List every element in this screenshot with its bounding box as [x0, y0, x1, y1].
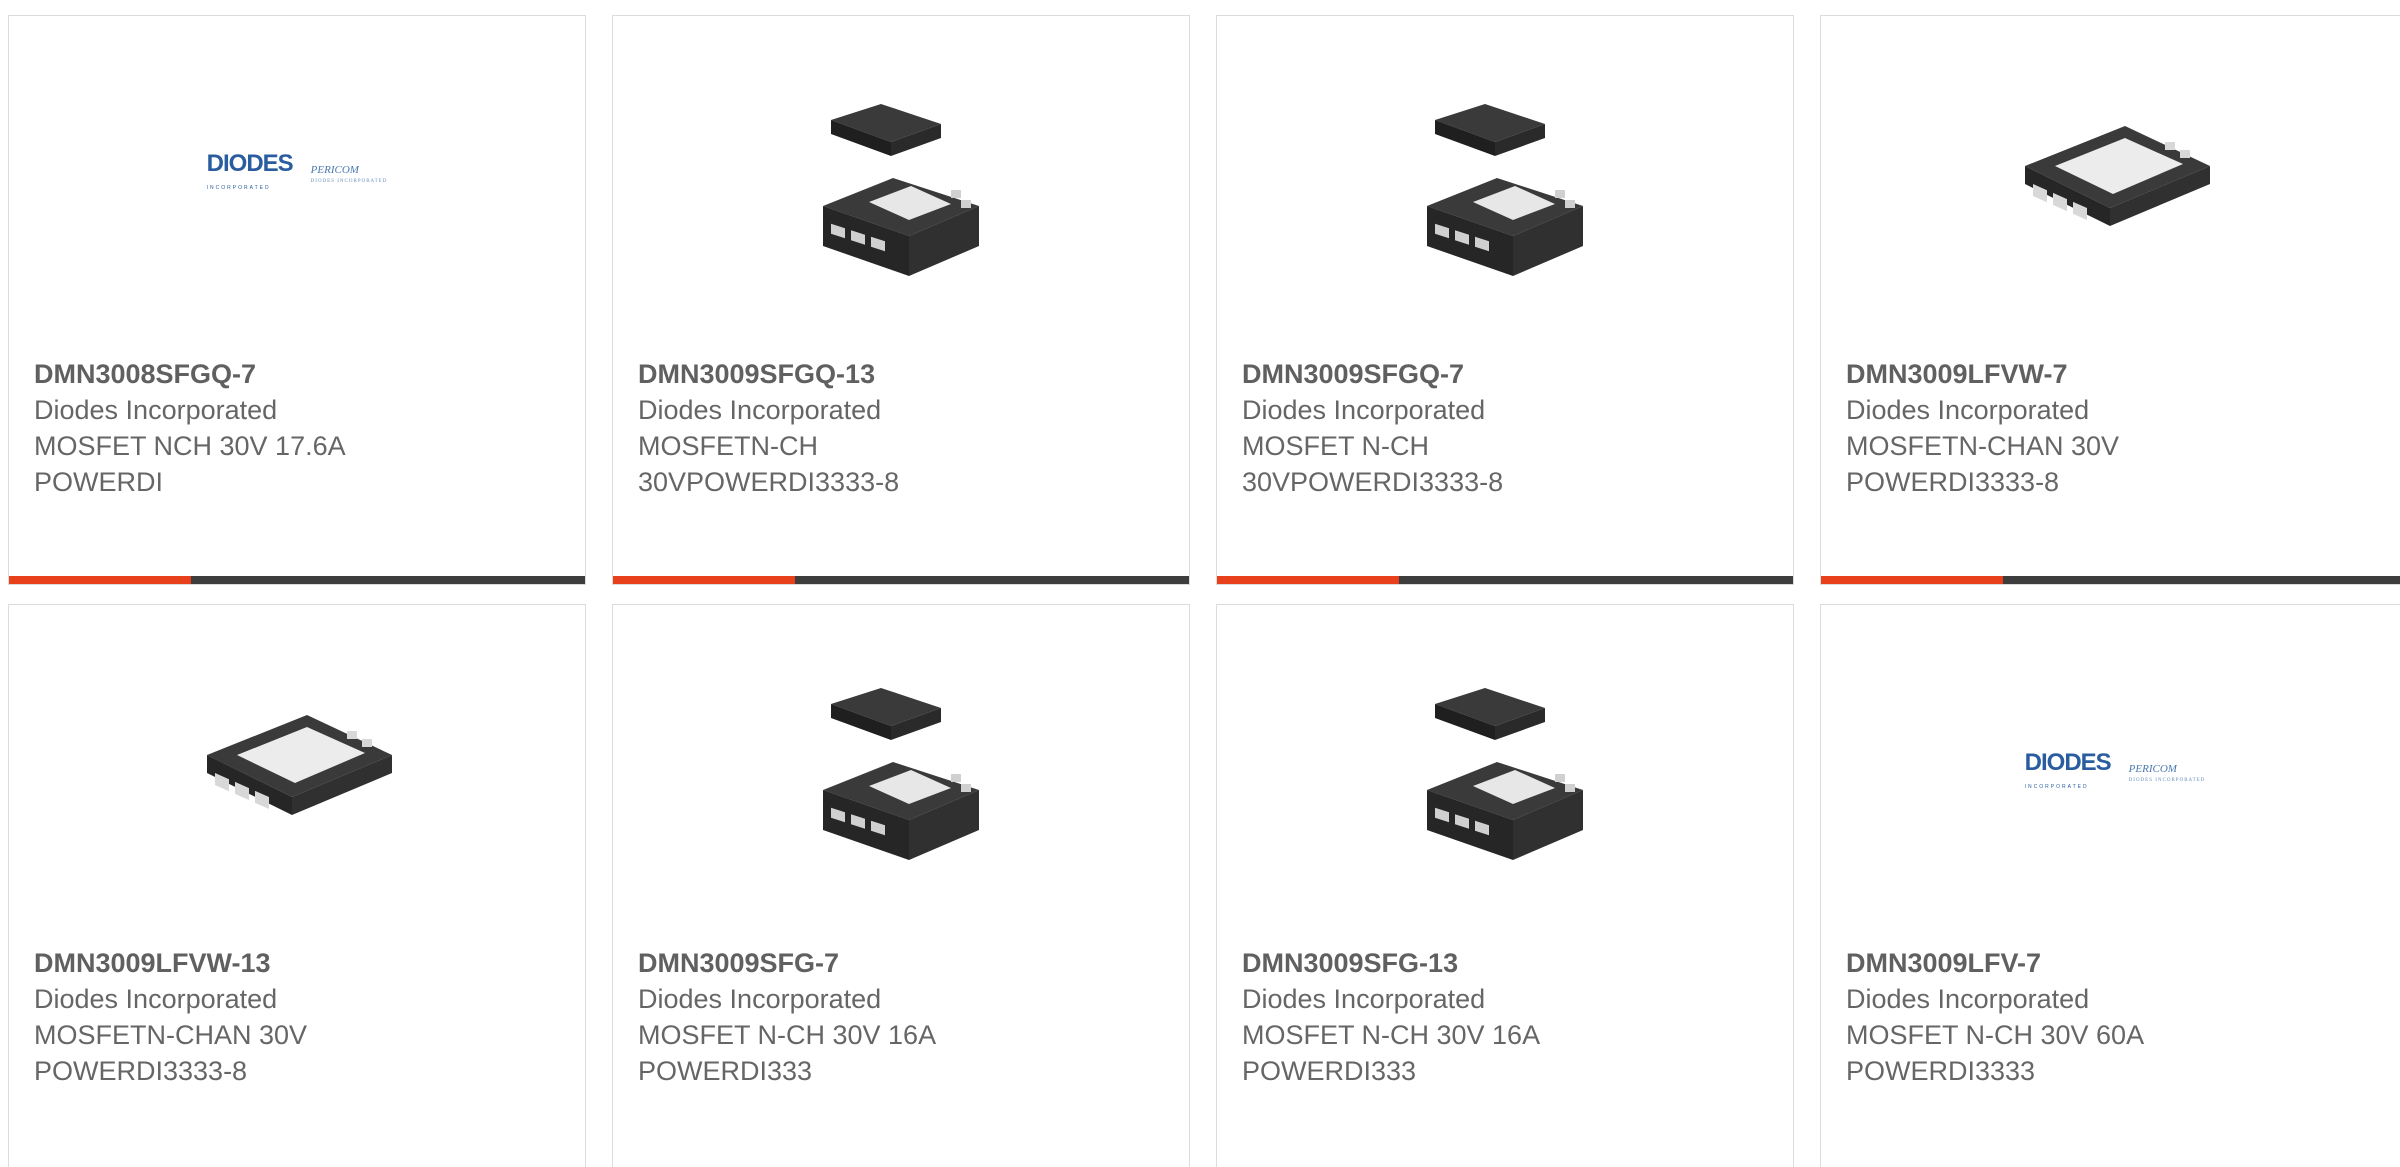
- product-card[interactable]: DIODES INCORPORATED PERICOM DIODES INCORPO…: [1820, 604, 2400, 1167]
- product-card[interactable]: DMN3009SFG-13 Diodes Incorporated MOSFET…: [1216, 604, 1794, 1167]
- description: MOSFETN-CHAN 30V POWERDI3333-8: [34, 1020, 308, 1086]
- manufacturer: Diodes Incorporated: [34, 395, 278, 425]
- description: MOSFET N-CH 30VPOWERDI3333-8: [1242, 431, 1504, 497]
- product-image: [1217, 96, 1793, 296]
- card-accent: [1821, 576, 2003, 584]
- product-grid: DIODES INCORPORATED PERICOM DIODES INCORPO…: [0, 0, 2400, 1167]
- product-info: DMN3009SFGQ-13 Diodes Incorporated MOSFE…: [638, 356, 1169, 500]
- product-image: DIODES INCORPORATED PERICOM DIODES INCORPO…: [9, 76, 585, 276]
- card-accent: [9, 576, 191, 584]
- part-number[interactable]: DMN3009LFV-7: [1846, 945, 2389, 981]
- card-bottom-bar: [9, 576, 585, 584]
- diodes-logo-text: DIODES INCORPORATED: [206, 150, 294, 192]
- manufacturer: Diodes Incorporated: [1846, 984, 2090, 1014]
- chip-package-exploded-icon: [1427, 104, 1583, 276]
- diodes-pericom-logo: DIODES INCORPORATED PERICOM DIODES INCORPO…: [207, 152, 388, 200]
- product-image: [613, 96, 1189, 296]
- product-info: DMN3009SFG-7 Diodes Incorporated MOSFET …: [638, 945, 1169, 1089]
- product-card[interactable]: DMN3009SFG-7 Diodes Incorporated MOSFET …: [612, 604, 1190, 1167]
- diodes-pericom-logo: DIODES INCORPORATED PERICOM DIODES INCORPO…: [2025, 751, 2206, 799]
- product-image: [9, 675, 585, 875]
- part-number[interactable]: DMN3009LFVW-7: [1846, 356, 2389, 392]
- chip-package-flat-icon: [2025, 126, 2210, 226]
- chip-package-exploded-icon: [801, 96, 1001, 296]
- description: MOSFET NCH 30V 17.6A POWERDI: [34, 431, 345, 497]
- product-image: [1217, 680, 1793, 880]
- product-image: DIODES INCORPORATED PERICOM DIODES INCORPO…: [1821, 675, 2400, 875]
- pericom-logo-text: PERICOM DIODES INCORPORATED: [310, 164, 388, 184]
- chip-package-exploded-icon: [1427, 688, 1583, 860]
- manufacturer: Diodes Incorporated: [34, 984, 278, 1014]
- card-bottom-bar: [1821, 576, 2400, 584]
- product-card[interactable]: DMN3009SFGQ-7 Diodes Incorporated MOSFET…: [1216, 15, 1794, 585]
- product-info: DMN3008SFGQ-7 Diodes Incorporated MOSFET…: [34, 356, 565, 500]
- description: MOSFET N-CH 30V 16A POWERDI333: [638, 1020, 935, 1086]
- product-card[interactable]: DIODES INCORPORATED PERICOM DIODES INCORPO…: [8, 15, 586, 585]
- part-number[interactable]: DMN3008SFGQ-7: [34, 356, 565, 392]
- manufacturer: Diodes Incorporated: [1242, 984, 1486, 1014]
- manufacturer: Diodes Incorporated: [1846, 395, 2090, 425]
- product-info: DMN3009SFGQ-7 Diodes Incorporated MOSFET…: [1242, 356, 1773, 500]
- product-info: DMN3009LFVW-7 Diodes Incorporated MOSFET…: [1846, 356, 2389, 500]
- card-bottom-bar: [613, 576, 1189, 584]
- manufacturer: Diodes Incorporated: [638, 395, 882, 425]
- part-number[interactable]: DMN3009SFG-7: [638, 945, 1169, 981]
- chip-package-flat-icon: [207, 715, 392, 815]
- product-card[interactable]: DMN3009SFGQ-13 Diodes Incorporated MOSFE…: [612, 15, 1190, 585]
- description: MOSFET N-CH 30V 60A POWERDI3333: [1846, 1020, 2143, 1086]
- card-accent: [613, 576, 795, 584]
- card-accent: [1217, 576, 1399, 584]
- part-number[interactable]: DMN3009LFVW-13: [34, 945, 565, 981]
- pericom-logo-text: PERICOM DIODES INCORPORATED: [2128, 763, 2206, 783]
- diodes-logo-text: DIODES INCORPORATED: [2024, 749, 2112, 791]
- description: MOSFETN-CHAN 30V POWERDI3333-8: [1846, 431, 2120, 497]
- description: MOSFET N-CH 30V 16A POWERDI333: [1242, 1020, 1539, 1086]
- product-info: DMN3009LFV-7 Diodes Incorporated MOSFET …: [1846, 945, 2389, 1089]
- product-image: [1821, 86, 2400, 286]
- description: MOSFETN-CH 30VPOWERDI3333-8: [638, 431, 900, 497]
- part-number[interactable]: DMN3009SFGQ-7: [1242, 356, 1773, 392]
- card-bottom-bar: [1217, 576, 1793, 584]
- manufacturer: Diodes Incorporated: [1242, 395, 1486, 425]
- product-card[interactable]: DMN3009LFVW-13 Diodes Incorporated MOSFE…: [8, 604, 586, 1167]
- product-info: DMN3009LFVW-13 Diodes Incorporated MOSFE…: [34, 945, 565, 1089]
- product-info: DMN3009SFG-13 Diodes Incorporated MOSFET…: [1242, 945, 1773, 1089]
- product-card[interactable]: DMN3009LFVW-7 Diodes Incorporated MOSFET…: [1820, 15, 2400, 585]
- manufacturer: Diodes Incorporated: [638, 984, 882, 1014]
- product-image: [613, 680, 1189, 880]
- part-number[interactable]: DMN3009SFGQ-13: [638, 356, 1169, 392]
- chip-package-exploded-icon: [823, 688, 979, 860]
- part-number[interactable]: DMN3009SFG-13: [1242, 945, 1773, 981]
